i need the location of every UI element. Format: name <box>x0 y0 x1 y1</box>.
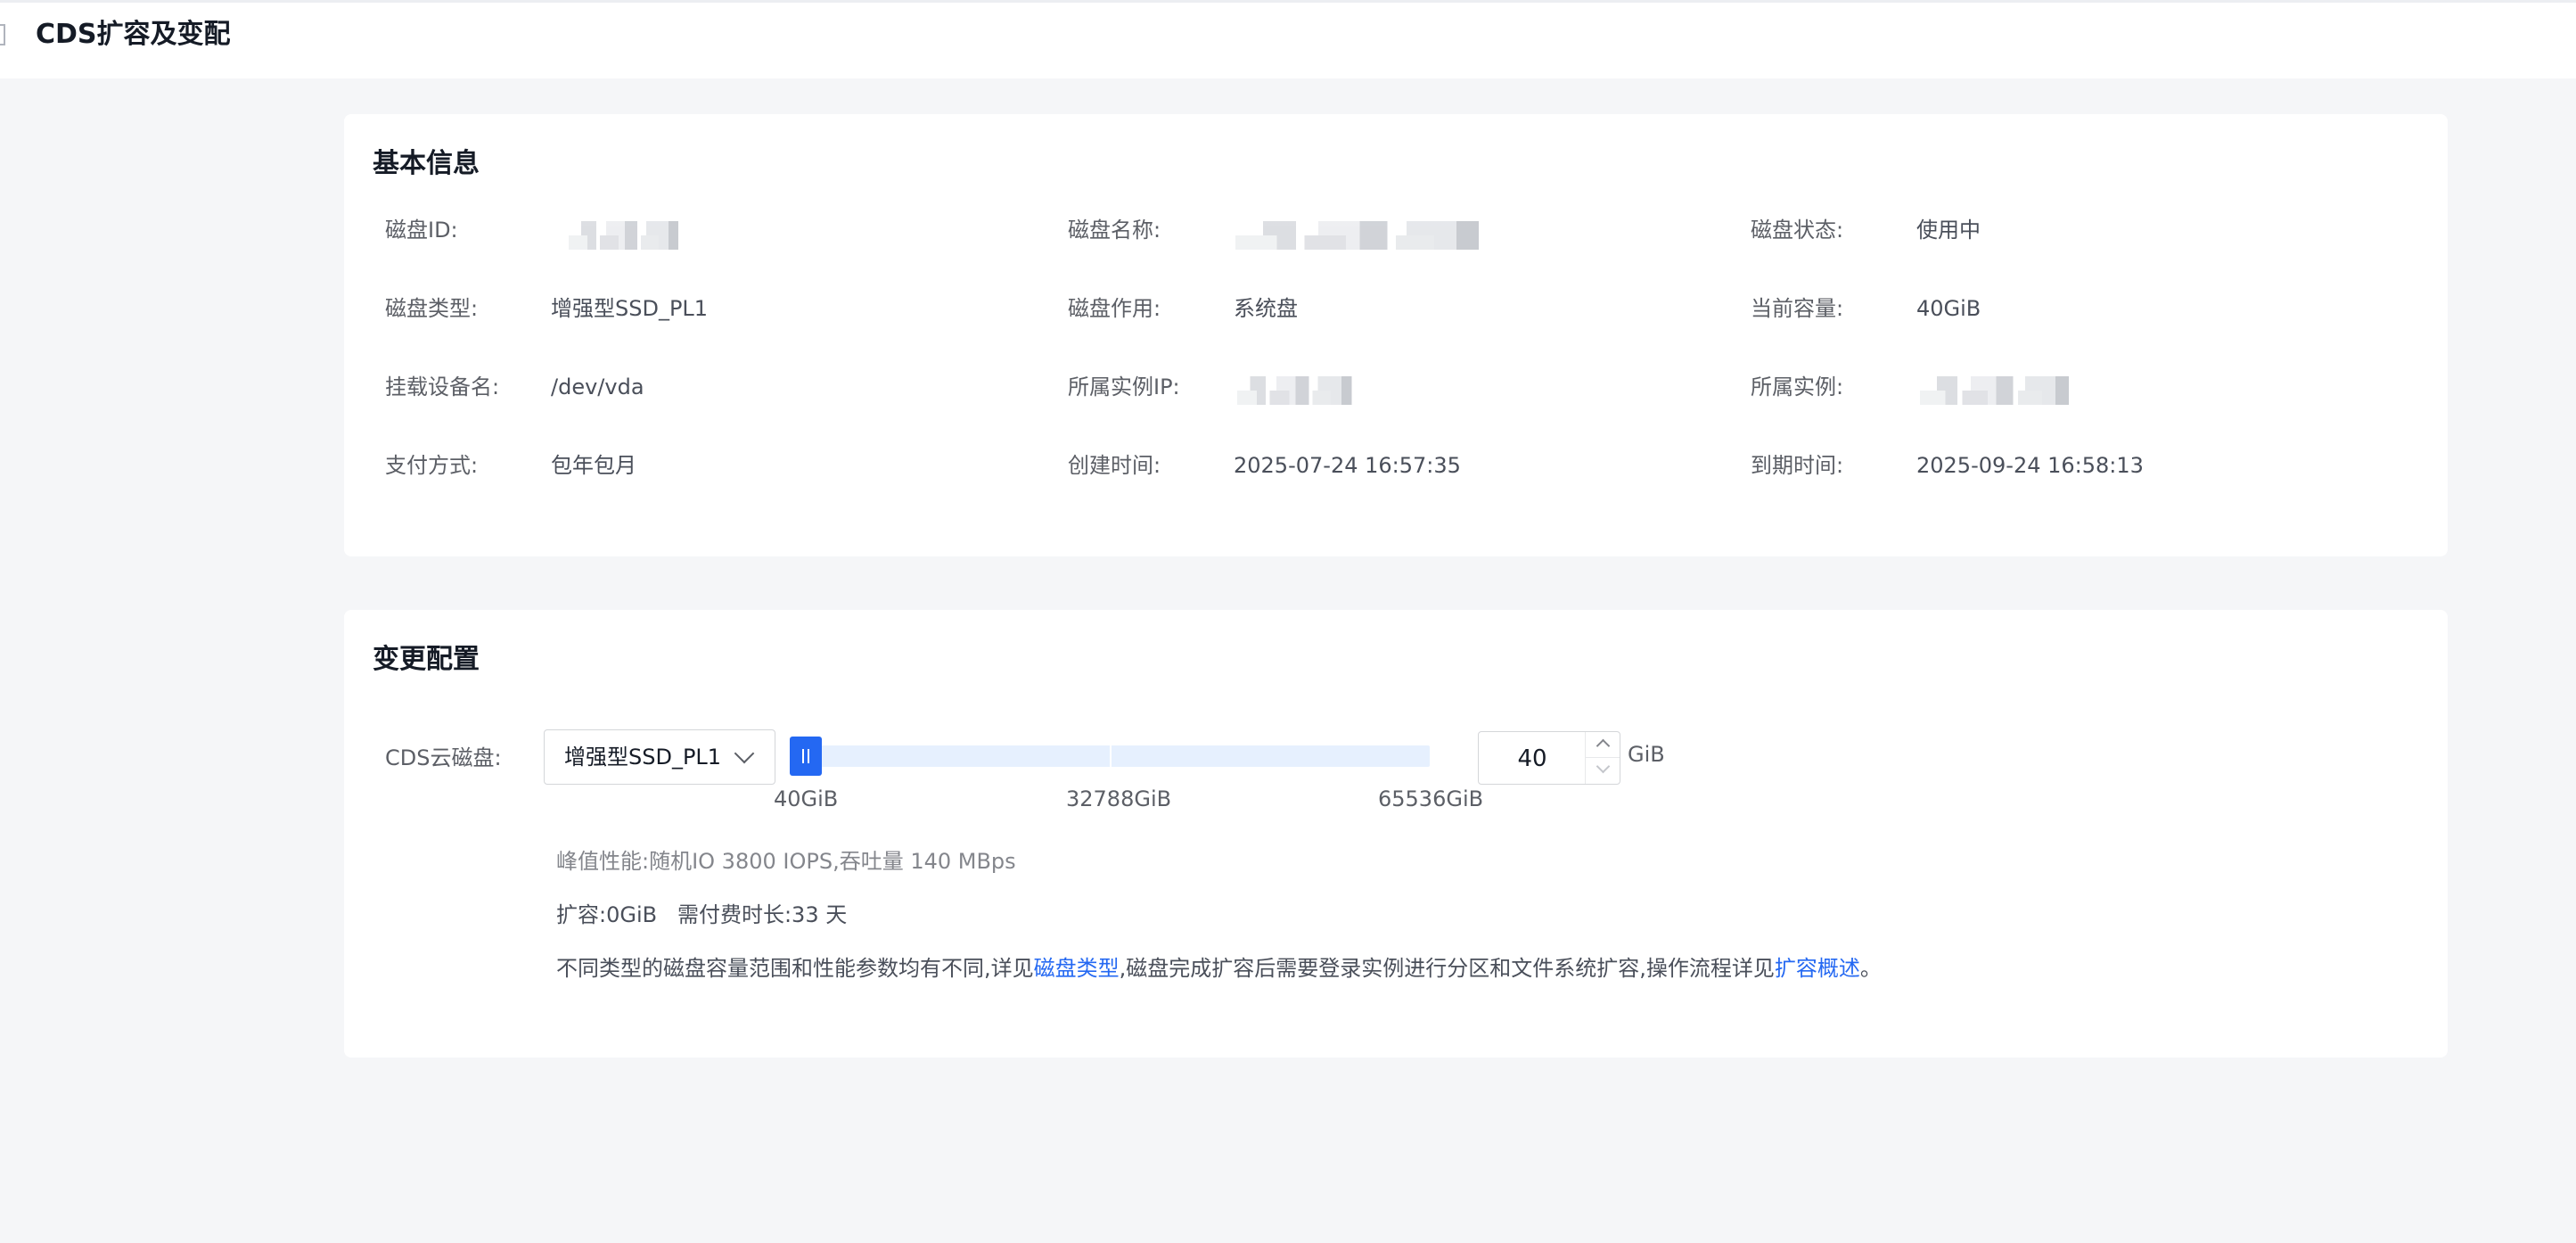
page-title: CDS扩容及变配 <box>36 19 231 50</box>
performance-text: 峰值性能:随机IO 3800 IOPS,吞吐量 140 MBps <box>556 849 1016 874</box>
instance-label: 所属实例: <box>1751 375 1844 399</box>
mount-device-value: /dev/vda <box>551 375 644 399</box>
chevron-down-icon <box>734 743 755 764</box>
created-time-value: 2025-07-24 16:57:35 <box>1234 453 1461 478</box>
slider-mid-label: 32788GiB <box>1066 786 1172 811</box>
disk-role-value: 系统盘 <box>1234 296 1298 321</box>
disk-role-label: 磁盘作用: <box>1068 296 1161 321</box>
disk-type-selected: 增强型SSD_PL1 <box>564 745 722 770</box>
disk-status-value: 使用中 <box>1916 218 1981 243</box>
stepper-decrement-button[interactable] <box>1586 758 1620 784</box>
payment-method-label: 支付方式: <box>385 453 479 478</box>
cds-disk-label: CDS云磁盘: <box>385 745 502 770</box>
expire-time-label: 到期时间: <box>1751 453 1844 478</box>
chevron-down-icon <box>1596 759 1611 774</box>
capacity-slider-track[interactable] <box>790 745 1430 767</box>
slider-divider <box>1110 745 1112 767</box>
chevron-up-icon <box>1596 738 1611 753</box>
top-bar: CDS扩容及变配 <box>0 0 2576 78</box>
current-capacity-value: 40GiB <box>1916 296 1981 321</box>
expand-overview-link[interactable]: 扩容概述 <box>1775 956 1860 981</box>
disk-type-link[interactable]: 磁盘类型 <box>1034 956 1120 981</box>
disk-name-redacted <box>1235 221 1512 250</box>
current-capacity-label: 当前容量: <box>1751 296 1844 321</box>
capacity-slider-handle[interactable] <box>790 737 822 776</box>
note-suffix: 。 <box>1859 956 1882 981</box>
basic-info-title: 基本信息 <box>373 148 480 179</box>
change-config-card: 变更配置 CDS云磁盘: 增强型SSD_PL1 40GiB 32788GiB 6… <box>344 610 2448 1058</box>
capacity-stepper <box>1585 732 1620 784</box>
instance-ip-label: 所属实例IP: <box>1068 375 1180 399</box>
disk-status-label: 磁盘状态: <box>1751 218 1844 243</box>
slider-max-label: 65536GiB <box>1378 786 1484 811</box>
note-middle: ,磁盘完成扩容后需要登录实例进行分区和文件系统扩容,操作流程详见 <box>1119 956 1775 981</box>
instance-ip-redacted <box>1237 376 1367 405</box>
payment-method-value: 包年包月 <box>551 453 636 478</box>
capacity-input-value: 40 <box>1517 745 1547 772</box>
instance-redacted[interactable] <box>1920 376 2089 405</box>
basic-info-card: 基本信息 磁盘ID: 磁盘名称: 磁盘状态: 使用中 磁盘类型: 增强型SSD_… <box>344 114 2448 556</box>
disk-type-label: 磁盘类型: <box>385 296 479 321</box>
capacity-input[interactable]: 40 <box>1478 731 1620 785</box>
disk-id-label: 磁盘ID: <box>385 218 458 243</box>
disk-name-label: 磁盘名称: <box>1068 218 1161 243</box>
disk-type-note: 不同类型的磁盘容量范围和性能参数均有不同,详见磁盘类型,磁盘完成扩容后需要登录实… <box>556 954 1882 983</box>
created-time-label: 创建时间: <box>1068 453 1161 478</box>
disk-type-select[interactable]: 增强型SSD_PL1 <box>544 729 775 785</box>
disk-id-redacted <box>569 221 693 250</box>
slider-min-label: 40GiB <box>774 786 839 811</box>
disk-type-value: 增强型SSD_PL1 <box>551 296 709 321</box>
stepper-increment-button[interactable] <box>1586 732 1620 758</box>
mount-device-label: 挂载设备名: <box>385 375 500 399</box>
back-icon[interactable] <box>0 24 5 45</box>
capacity-unit: GiB <box>1628 742 1665 767</box>
expand-text: 扩容:0GiB 需付费时长:33 天 <box>556 902 848 927</box>
expire-time-value: 2025-09-24 16:58:13 <box>1916 453 2144 478</box>
change-config-title: 变更配置 <box>373 644 480 675</box>
note-prefix: 不同类型的磁盘容量范围和性能参数均有不同,详见 <box>556 956 1034 981</box>
